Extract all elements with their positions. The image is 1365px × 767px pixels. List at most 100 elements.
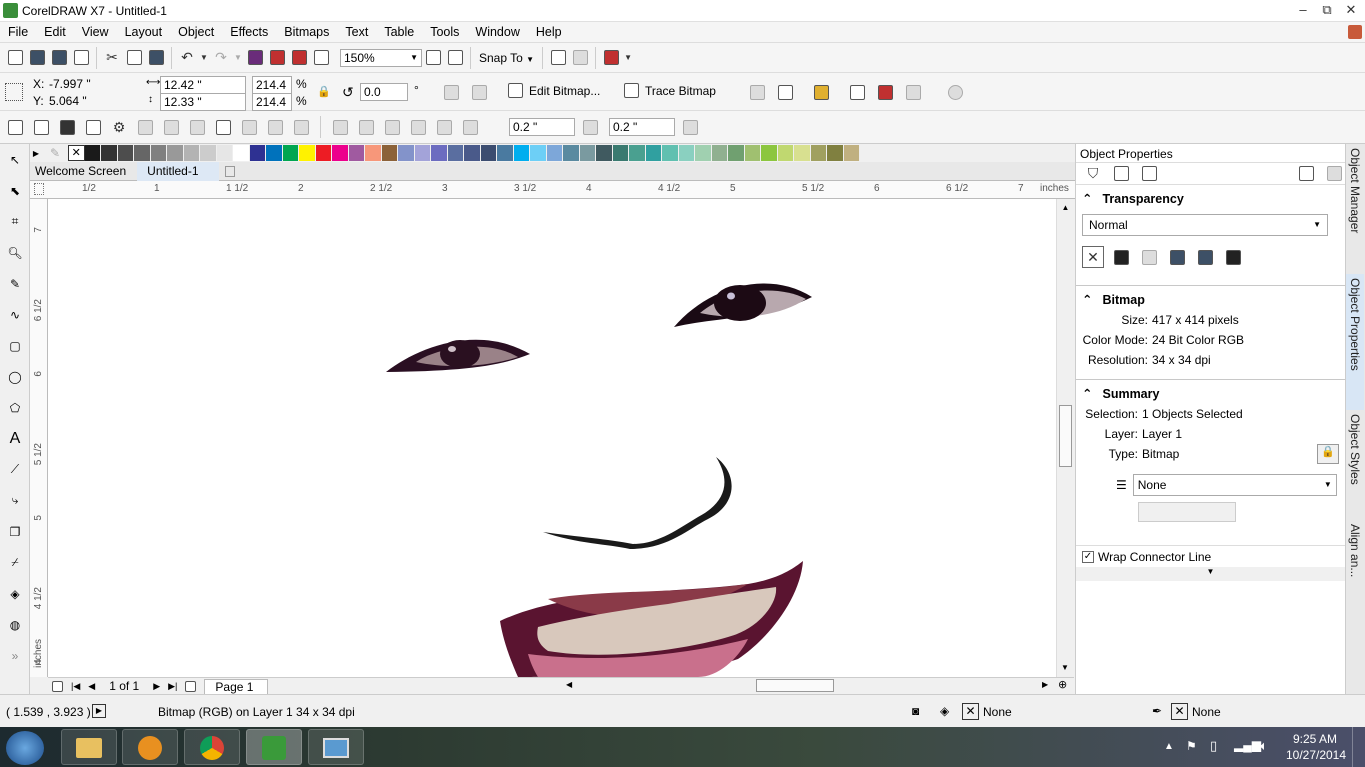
menu-window[interactable]: Window bbox=[467, 22, 527, 42]
start-button[interactable] bbox=[6, 731, 44, 765]
vertical-scrollbar[interactable]: ▲ ▼ bbox=[1056, 199, 1074, 677]
transparency-mode-select[interactable]: Normal ▼ bbox=[1082, 214, 1328, 236]
mirror-horizontal-button[interactable] bbox=[440, 81, 462, 103]
horizontal-scrollbar[interactable]: ◀ ▶ ⊕ bbox=[558, 677, 1074, 694]
last-page-icon[interactable]: ▶| bbox=[168, 681, 177, 692]
color-swatch[interactable] bbox=[480, 145, 497, 161]
color-swatch[interactable] bbox=[563, 145, 580, 161]
undo-dropdown-icon[interactable]: ▼ bbox=[198, 47, 210, 69]
color-swatch[interactable] bbox=[183, 145, 200, 161]
color-swatch[interactable] bbox=[612, 145, 629, 161]
artistic-media-tool-icon[interactable]: ∿ bbox=[0, 299, 30, 330]
menu-table[interactable]: Table bbox=[376, 22, 422, 42]
snap-to-button[interactable]: Snap To ▼ bbox=[475, 51, 538, 65]
import-button[interactable] bbox=[266, 47, 288, 69]
ruler-origin-icon[interactable] bbox=[34, 183, 44, 195]
parallel-dimension-tool-icon[interactable]: ⟋ bbox=[0, 454, 30, 485]
color-swatch[interactable] bbox=[794, 145, 811, 161]
color-swatch[interactable] bbox=[843, 145, 860, 161]
menu-text[interactable]: Text bbox=[337, 22, 376, 42]
scale-y-field[interactable]: 214.4 bbox=[252, 93, 292, 111]
face-bitmap[interactable] bbox=[48, 199, 1056, 677]
bitmap-pattern-transparency-icon[interactable] bbox=[1194, 246, 1216, 268]
color-swatch[interactable] bbox=[216, 145, 233, 161]
width-field[interactable]: 12.42 " bbox=[160, 76, 246, 94]
resample-button[interactable] bbox=[774, 81, 796, 103]
outline-spinner-1[interactable] bbox=[579, 116, 601, 138]
fill-none-swatch-icon[interactable]: ✕ bbox=[962, 703, 979, 720]
page-layout-button[interactable] bbox=[4, 116, 26, 138]
bitmap-color-mask-button[interactable] bbox=[810, 81, 832, 103]
menu-file[interactable]: File bbox=[0, 22, 36, 42]
guides-button[interactable] bbox=[82, 116, 104, 138]
color-swatch[interactable] bbox=[546, 145, 563, 161]
color-swatch[interactable] bbox=[315, 145, 332, 161]
export-button[interactable] bbox=[288, 47, 310, 69]
bitmap-header[interactable]: ⌃ Bitmap bbox=[1082, 292, 1339, 308]
color-swatch[interactable] bbox=[332, 145, 349, 161]
color-swatch[interactable] bbox=[381, 145, 398, 161]
fountain-transparency-icon[interactable] bbox=[1138, 246, 1160, 268]
tab-object-properties[interactable]: Object Properties bbox=[1346, 274, 1364, 410]
show-desktop-button[interactable] bbox=[1352, 727, 1365, 767]
rectangle-tool-icon[interactable]: ▢ bbox=[0, 330, 30, 361]
taskbar-photo-viewer-icon[interactable] bbox=[308, 729, 364, 765]
height-field[interactable]: 12.33 " bbox=[160, 93, 246, 111]
drawing-canvas[interactable] bbox=[48, 199, 1056, 677]
color-swatch[interactable] bbox=[827, 145, 844, 161]
color-swatch[interactable] bbox=[233, 145, 250, 161]
options-button[interactable] bbox=[569, 47, 591, 69]
edit-bitmap-button[interactable]: Edit Bitmap... bbox=[508, 83, 600, 98]
transparency-tab-icon[interactable] bbox=[1323, 163, 1345, 185]
wrap-mode-select[interactable]: None ▼ bbox=[1132, 474, 1337, 496]
text-button[interactable] bbox=[56, 116, 78, 138]
color-swatch[interactable] bbox=[365, 145, 382, 161]
color-swatch[interactable] bbox=[662, 145, 679, 161]
vector-pattern-transparency-icon[interactable] bbox=[1166, 246, 1188, 268]
status-play-icon[interactable]: ▶ bbox=[92, 704, 106, 718]
outline-spinner-2[interactable] bbox=[679, 116, 701, 138]
interactive-fill-tool-icon[interactable]: ◈ bbox=[0, 578, 30, 609]
color-swatch[interactable] bbox=[464, 145, 481, 161]
vertical-scroll-thumb[interactable] bbox=[1059, 405, 1072, 467]
color-swatch[interactable] bbox=[101, 145, 118, 161]
color-swatch[interactable] bbox=[266, 145, 283, 161]
print-button[interactable] bbox=[70, 47, 92, 69]
columns-button[interactable] bbox=[212, 116, 234, 138]
volume-icon[interactable]: 🔈︎ bbox=[1260, 738, 1268, 754]
menu-bitmaps[interactable]: Bitmaps bbox=[276, 22, 337, 42]
fill-bucket-icon[interactable]: ◈ bbox=[940, 704, 949, 718]
tab-object-styles[interactable]: Object Styles bbox=[1346, 410, 1364, 520]
color-swatch[interactable] bbox=[431, 145, 448, 161]
quick-customize-button[interactable] bbox=[944, 81, 966, 103]
color-swatch[interactable] bbox=[695, 145, 712, 161]
outline-width-field-2[interactable]: 0.2 " bbox=[609, 118, 675, 136]
menu-layout[interactable]: Layout bbox=[117, 22, 171, 42]
clock-time[interactable]: 9:25 AM bbox=[1288, 732, 1342, 746]
drop-shadow-tool-icon[interactable]: ❐ bbox=[0, 516, 30, 547]
color-swatch[interactable] bbox=[810, 145, 827, 161]
zoom-tool-icon[interactable]: 🔍︎ bbox=[0, 237, 30, 268]
smart-fill-tool-icon[interactable]: ◍ bbox=[0, 609, 30, 640]
color-proof-icon[interactable]: ◙ bbox=[912, 704, 919, 718]
color-swatch[interactable] bbox=[134, 145, 151, 161]
x-position-field[interactable]: -7.997 " bbox=[46, 76, 130, 94]
search-content-button[interactable] bbox=[244, 47, 266, 69]
uniform-transparency-icon[interactable] bbox=[1110, 246, 1132, 268]
previous-page-icon[interactable]: ◀ bbox=[88, 681, 95, 692]
object-origin-icon[interactable] bbox=[5, 83, 23, 101]
color-swatch[interactable] bbox=[596, 145, 613, 161]
menu-object[interactable]: Object bbox=[170, 22, 222, 42]
color-swatch[interactable] bbox=[447, 145, 464, 161]
scroll-up-icon[interactable]: ▲ bbox=[1057, 203, 1074, 212]
outline-pen-icon[interactable]: ✒ bbox=[1152, 704, 1162, 718]
summary-header[interactable]: ⌃ Summary bbox=[1082, 386, 1339, 402]
network-signal-icon[interactable]: ▂▄▆ bbox=[1234, 738, 1261, 752]
color-swatch[interactable] bbox=[398, 145, 415, 161]
color-swatch[interactable] bbox=[249, 145, 266, 161]
palette-scroll-left-icon[interactable]: ▶ bbox=[30, 149, 42, 158]
horizontal-scroll-thumb[interactable] bbox=[756, 679, 834, 692]
redo-dropdown-icon[interactable]: ▼ bbox=[232, 47, 244, 69]
align-right-button[interactable] bbox=[381, 116, 403, 138]
copy-button[interactable] bbox=[123, 47, 145, 69]
